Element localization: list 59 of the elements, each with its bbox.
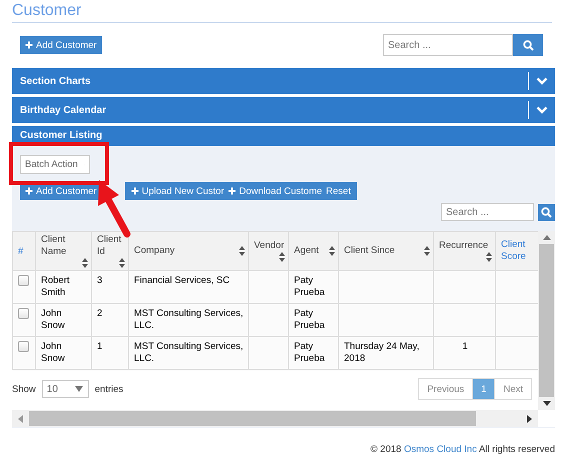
table-cell: Paty Prueba	[288, 304, 338, 336]
plus-icon	[25, 187, 33, 195]
show-label: Show	[12, 384, 36, 394]
table-cell: 1	[434, 336, 496, 370]
column-header[interactable]: Company	[128, 232, 248, 270]
table-cell: MST Consulting Services, LLC.	[128, 304, 248, 336]
column-header[interactable]: Client Score	[496, 232, 538, 270]
entries-label: entries	[94, 384, 124, 394]
search-field[interactable]: Search ...	[441, 203, 534, 221]
column-header[interactable]: Recurrence	[434, 232, 496, 270]
dropdown-caret-icon	[74, 386, 83, 392]
table-cell: Robert Smith	[36, 270, 92, 304]
table-cell: 3	[92, 270, 128, 304]
column-header[interactable]: Client Since	[338, 232, 434, 270]
row-checkbox[interactable]	[18, 308, 29, 319]
row-checkbox[interactable]	[18, 341, 29, 352]
table-cell: Thursday 24 May, 2018	[338, 336, 434, 370]
panel-title: Section Charts	[19, 76, 91, 86]
page-length-select[interactable]: 10	[42, 380, 89, 398]
search-icon	[522, 40, 534, 50]
column-header[interactable]: Client Id	[92, 232, 128, 270]
table-cell: MST Consulting Services, LLC.	[128, 336, 248, 370]
column-header[interactable]: Vendor	[248, 232, 288, 270]
table-cell: Paty Prueba	[288, 270, 338, 304]
search-field[interactable]: Search ...	[383, 34, 513, 56]
panel-title: Customer Listing	[19, 129, 102, 143]
row-checkbox[interactable]	[18, 275, 29, 286]
reset-button[interactable]: Reset	[324, 182, 353, 200]
copyright-text: © 2018 Osmos Cloud Inc All rights reserved	[370, 443, 555, 455]
horizontal-scrollbar[interactable]	[12, 410, 538, 427]
scroll-down-icon	[542, 401, 550, 406]
batch-action-select[interactable]: Batch Action	[20, 155, 90, 174]
table-cell: Paty Prueba	[288, 336, 338, 370]
scroll-left-icon	[18, 414, 23, 422]
search-button[interactable]	[513, 34, 543, 56]
scroll-up-icon	[542, 235, 550, 240]
table-cell: Financial Services, SC	[128, 270, 248, 304]
upload-button[interactable]: Upload New Custor	[128, 182, 226, 200]
scroll-right-icon	[527, 414, 532, 422]
column-header[interactable]: Client Name	[36, 232, 92, 270]
column-header[interactable]: Agent	[288, 232, 338, 270]
download-button[interactable]: Download Custome	[226, 182, 324, 200]
company-link[interactable]: Osmos Cloud Inc	[404, 444, 477, 455]
table-cell: John Snow	[36, 304, 92, 336]
panel-title: Birthday Calendar	[19, 104, 106, 116]
vertical-scrollbar[interactable]	[538, 231, 555, 410]
search-icon	[541, 206, 552, 218]
search-button[interactable]	[538, 204, 555, 220]
column-header[interactable]: #	[12, 232, 36, 270]
table-cell: 2	[92, 304, 128, 336]
page-button[interactable]: 1	[472, 379, 494, 399]
plus-icon	[25, 41, 33, 49]
panel-header[interactable]: Customer Listing	[12, 126, 555, 146]
page-title: Customer	[12, 0, 552, 23]
add-customer-button[interactable]: Add Customer	[20, 36, 102, 54]
table-cell: 1	[92, 336, 128, 370]
panel-header[interactable]: Birthday Calendar	[12, 97, 555, 123]
table-cell: John Snow	[36, 336, 92, 370]
panel-header[interactable]: Section Charts	[12, 68, 555, 94]
